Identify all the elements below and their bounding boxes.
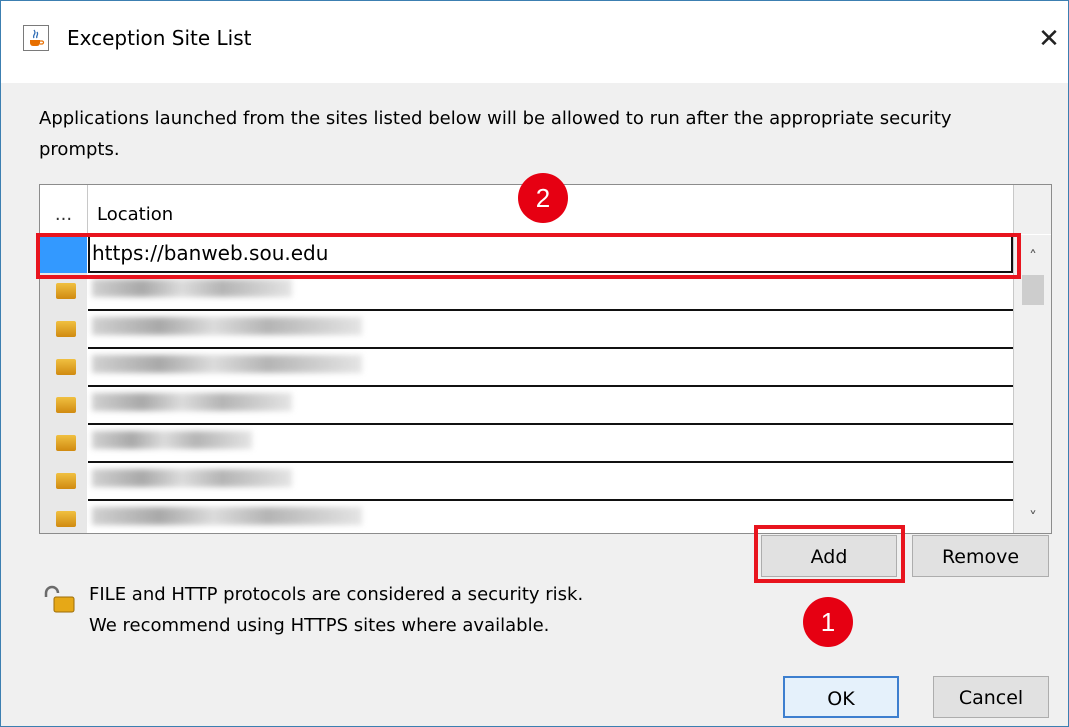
row-selector[interactable] [40,235,87,273]
unlocked-padlock-icon [42,585,76,613]
table-body: https://banweb.sou.edu [40,235,1013,533]
table-row[interactable] [40,387,1013,425]
lock-icon [56,511,76,527]
vertical-scrollbar[interactable]: ˄ ˅ [1013,235,1051,533]
row-selector[interactable] [40,501,87,533]
table-row[interactable] [40,349,1013,387]
ok-button[interactable]: OK [783,676,899,718]
lock-icon [56,435,76,451]
blurred-site-cell[interactable] [88,349,1013,387]
blurred-text [92,431,252,449]
scroll-down-icon[interactable]: ˅ [1014,508,1051,527]
lock-icon [56,321,76,337]
table-row[interactable] [40,463,1013,501]
row-selector[interactable] [40,349,87,387]
table-row[interactable] [40,501,1013,533]
add-button[interactable]: Add [761,535,897,577]
blurred-site-cell[interactable] [88,387,1013,425]
security-warning-text: FILE and HTTP protocols are considered a… [89,579,583,641]
blurred-text [92,279,292,297]
remove-button[interactable]: Remove [912,535,1049,577]
row-selector[interactable] [40,425,87,463]
lock-icon [56,283,76,299]
lock-icon [56,359,76,375]
blurred-text [92,507,362,525]
blurred-text [92,469,292,487]
scroll-thumb[interactable] [1022,275,1044,305]
blurred-site-cell[interactable] [88,273,1013,311]
warning-line-1: FILE and HTTP protocols are considered a… [89,584,584,605]
close-button[interactable]: ✕ [1031,19,1067,59]
warning-line-2: We recommend using HTTPS sites where ava… [89,615,550,636]
title-bar: Exception Site List ✕ [1,1,1068,83]
blurred-site-cell[interactable] [88,311,1013,349]
site-list-table: ... Location https://banweb.sou.edu ˄ ˅ [39,184,1052,534]
header-corner [1013,185,1051,234]
step-badge-2: 2 [518,173,568,223]
row-selector[interactable] [40,463,87,501]
blurred-site-cell[interactable] [88,463,1013,501]
scroll-up-icon[interactable]: ˄ [1014,247,1051,266]
java-coffee-icon [23,25,49,51]
table-row[interactable] [40,311,1013,349]
blurred-site-cell[interactable] [88,501,1013,533]
table-row-selected[interactable]: https://banweb.sou.edu [40,235,1013,273]
row-selector[interactable] [40,311,87,349]
lock-icon [56,397,76,413]
window-title: Exception Site List [67,26,252,50]
blurred-text [92,355,362,373]
row-selector[interactable] [40,273,87,311]
blurred-site-cell[interactable] [88,425,1013,463]
column-header-ellipsis[interactable]: ... [40,185,88,234]
table-row[interactable] [40,273,1013,311]
row-selector[interactable] [40,387,87,425]
blurred-text [92,317,362,335]
description-text: Applications launched from the sites lis… [39,108,952,160]
location-input[interactable]: https://banweb.sou.edu [88,235,1013,273]
exception-site-list-dialog: Exception Site List ✕ Applications launc… [0,0,1069,727]
table-row[interactable] [40,425,1013,463]
lock-icon [56,473,76,489]
column-header-location[interactable]: Location [97,185,173,234]
cancel-button[interactable]: Cancel [933,676,1049,718]
blurred-text [92,393,292,411]
step-badge-1: 1 [803,597,853,647]
